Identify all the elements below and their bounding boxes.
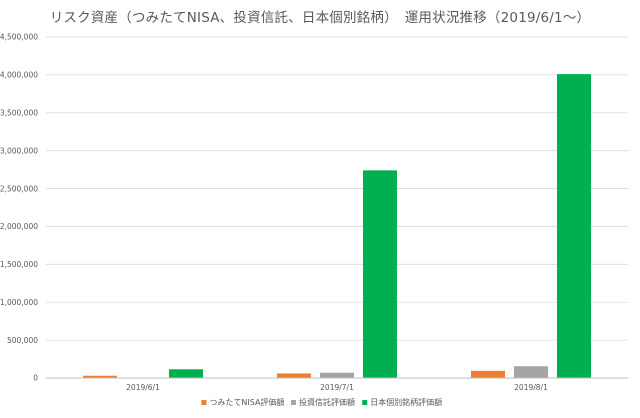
chart-container: リスク資産（つみたてNISA、投資信託、日本個別銘柄） 運用状況推移（2019/… bbox=[0, 0, 640, 418]
y-tick-label: 500,000 bbox=[7, 336, 38, 345]
bar bbox=[320, 372, 354, 378]
y-tick-label: 3,000,000 bbox=[0, 146, 38, 155]
y-tick-label: 2,500,000 bbox=[0, 184, 38, 193]
y-tick-label: 4,500,000 bbox=[0, 33, 38, 42]
y-tick-label: 0 bbox=[33, 374, 38, 383]
legend: つみたてNISA評価額 投資信託評価額 日本個別銘柄評価額 bbox=[201, 397, 442, 407]
bar bbox=[471, 370, 505, 378]
bar bbox=[514, 366, 548, 378]
y-tick-label: 3,500,000 bbox=[0, 108, 38, 117]
y-tick-label: 4,000,000 bbox=[0, 71, 38, 80]
y-tick-label: 1,000,000 bbox=[0, 298, 38, 307]
bar bbox=[169, 369, 203, 378]
x-tick-label: 2019/7/1 bbox=[320, 383, 354, 392]
legend-label: つみたてNISA評価額 bbox=[209, 397, 284, 407]
x-tick-label: 2019/6/1 bbox=[126, 383, 160, 392]
bar-chart: 0 500,000 1,000,000 1,500,000 2,000,000 2,500… bbox=[0, 33, 628, 407]
x-axis: 2019/6/1 2019/7/1 2019/8/1 bbox=[46, 377, 628, 392]
bar bbox=[557, 74, 591, 379]
legend-label: 投資信託評価額 bbox=[299, 397, 355, 407]
y-tick-label: 1,500,000 bbox=[0, 260, 38, 269]
legend-swatch bbox=[362, 400, 368, 405]
bar bbox=[363, 170, 397, 378]
y-tick-label: 2,000,000 bbox=[0, 222, 38, 231]
legend-swatch bbox=[291, 400, 296, 405]
y-axis-ticks: 0 500,000 1,000,000 1,500,000 2,000,000 2,500… bbox=[0, 33, 38, 383]
x-tick-label: 2019/8/1 bbox=[514, 383, 548, 392]
legend-swatch bbox=[201, 400, 207, 405]
gridlines bbox=[46, 36, 628, 341]
legend-label: 日本個別銘柄評価額 bbox=[370, 397, 442, 407]
bar bbox=[277, 373, 311, 378]
